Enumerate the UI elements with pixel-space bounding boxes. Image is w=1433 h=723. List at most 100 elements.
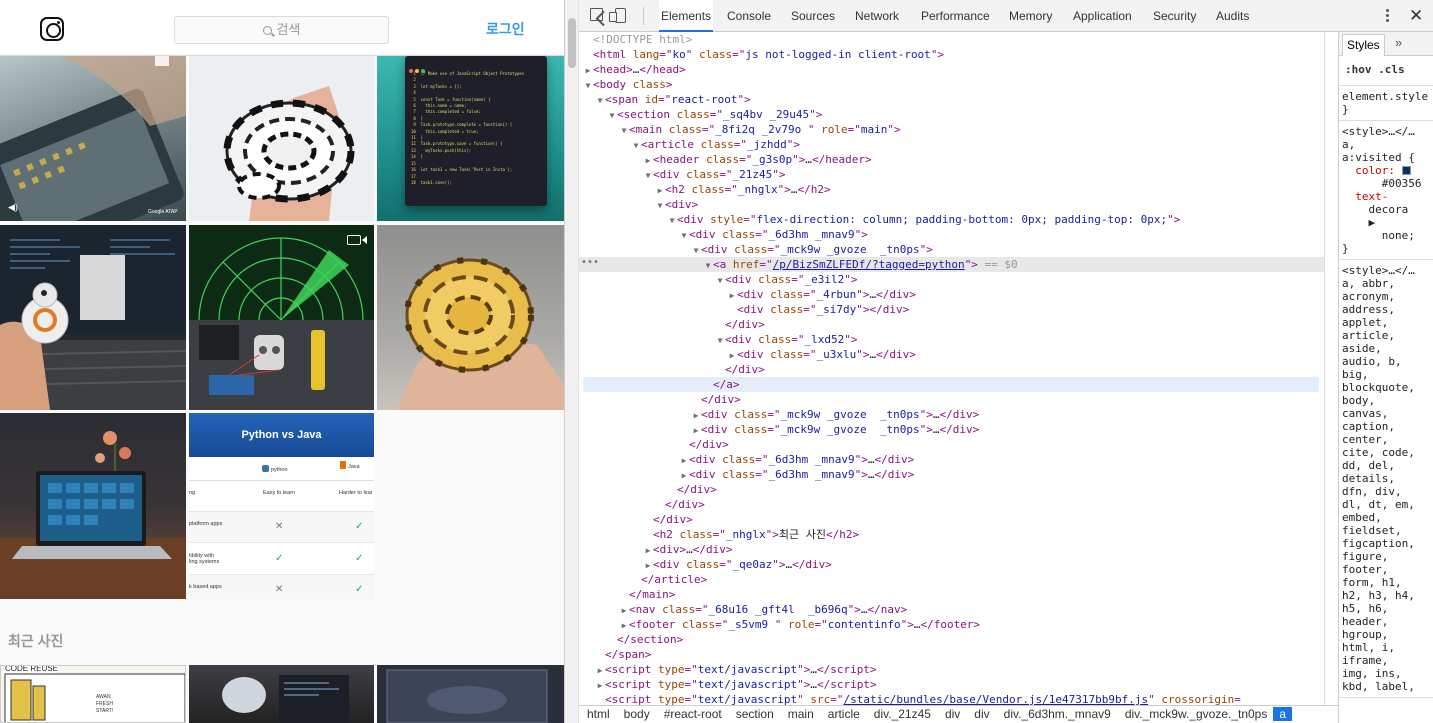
tab-console[interactable]: Console [727, 0, 771, 32]
expand-arrow-icon[interactable]: ▶ [619, 603, 629, 618]
tab-security[interactable]: Security [1153, 0, 1196, 32]
color-swatch-icon[interactable] [1401, 166, 1411, 175]
post-thumbnail-laptop[interactable] [0, 413, 186, 599]
collapse-arrow-icon[interactable]: ▼ [655, 198, 665, 213]
breadcrumb-item[interactable]: #react-root [664, 707, 722, 721]
dom-node-line[interactable]: </section> [607, 632, 683, 647]
tab-memory[interactable]: Memory [1009, 0, 1052, 32]
post-thumbnail-radar[interactable] [189, 225, 374, 410]
tab-audits[interactable]: Audits [1216, 0, 1249, 32]
collapse-arrow-icon[interactable]: ▼ [715, 273, 725, 288]
dom-node-line[interactable]: <script type="text/javascript" src="/sta… [595, 692, 1241, 705]
tab-elements[interactable]: Elements [659, 0, 714, 32]
breadcrumb-item[interactable]: body [624, 707, 650, 721]
dom-node-line[interactable]: </main> [619, 587, 675, 602]
dom-node-line[interactable]: </div> [691, 392, 741, 407]
collapse-arrow-icon[interactable]: ▼ [583, 78, 593, 93]
collapse-arrow-icon[interactable]: ▼ [679, 228, 689, 243]
dom-node-line[interactable]: ▼ <span id="react-root"> [595, 92, 751, 107]
expand-arrow-icon[interactable]: ▶ [595, 678, 605, 693]
tab-network[interactable]: Network [855, 0, 899, 32]
expand-arrow-icon[interactable]: ▶ [691, 423, 701, 438]
dom-node-line[interactable]: ▶ <script type="text/javascript">…</scrip… [595, 662, 877, 677]
collapse-arrow-icon[interactable]: ▼ [667, 213, 677, 228]
expand-arrow-icon[interactable]: ▶ [643, 558, 653, 573]
close-icon[interactable]: ✕ [1409, 7, 1423, 24]
page-scrollbar[interactable] [565, 0, 579, 723]
dom-node-line[interactable]: ▶ <head>…</head> [583, 62, 686, 77]
dom-node-line[interactable]: ▼ <body class> [583, 77, 673, 92]
expand-arrow-icon[interactable]: ▶ [643, 153, 653, 168]
dom-node-line[interactable]: </div> [715, 362, 765, 377]
breadcrumb-item[interactable]: html [587, 707, 610, 721]
dom-node-line[interactable]: ▼ <section class="_sq4bv _29u45"> [607, 107, 823, 123]
dom-node-line[interactable]: </article> [631, 572, 707, 587]
collapse-arrow-icon[interactable]: ▼ [619, 123, 629, 138]
dom-node-line[interactable]: </div> [679, 437, 729, 452]
post-thumbnail-comic[interactable]: AWAN FRESH START! CODE REUSE [0, 665, 186, 723]
post-thumbnail-chip[interactable]: ◀) Google ATAP [0, 56, 186, 221]
dom-node-line[interactable]: </div> [715, 317, 765, 332]
post-thumbnail-python-vs-java[interactable]: Python vs Java python Java ng Easy to lea… [189, 413, 374, 599]
dom-node-line[interactable]: ▼ <div style="flex-direction: column; pad… [667, 212, 1181, 228]
expand-arrow-icon[interactable]: ▶ [595, 663, 605, 678]
dom-node-line[interactable]: ▶ <h2 class="_nhglx">…</h2> [655, 182, 831, 197]
style-rule[interactable]: <style>…</… a, a:visited { color: #00356 t… [1339, 121, 1433, 260]
breadcrumb-item[interactable]: div._6d3hm._mnav9 [1004, 707, 1111, 721]
node-actions-icon[interactable]: ••• [581, 257, 599, 268]
post-thumbnail-bb8[interactable] [0, 225, 186, 410]
breadcrumb-item[interactable]: div._mck9w._gvoze._tn0ps [1125, 707, 1268, 721]
more-options-icon[interactable] [1386, 9, 1390, 25]
dom-node-line[interactable]: </div> [667, 482, 717, 497]
breadcrumb-item[interactable]: section [736, 707, 774, 721]
dom-node-line[interactable]: <!DOCTYPE html> [583, 32, 692, 47]
dom-node-line[interactable]: ▶ <script type="text/javascript">…</scrip… [595, 677, 877, 692]
dom-node-line[interactable]: ▶ <div class="_6d3hm _mnav9">…</div> [679, 467, 915, 483]
collapse-arrow-icon[interactable]: ▼ [691, 243, 701, 258]
dom-node-line[interactable]: ▼ <main class="_8fi2q _2v79o " role="main… [619, 122, 901, 137]
inspect-element-icon[interactable] [590, 8, 603, 21]
collapse-arrow-icon[interactable]: ▼ [595, 93, 605, 108]
breadcrumb-item[interactable]: article [828, 707, 860, 721]
dom-node-line[interactable]: <html lang="ko" class="js not-logged-in … [583, 47, 944, 62]
search-input[interactable]: 검색 [174, 16, 389, 44]
post-thumbnail-snake-yellow[interactable] [377, 225, 564, 410]
dom-node-line[interactable]: ▶ <div class="_qe0az">…</div> [643, 557, 832, 572]
dom-node-line[interactable]: ▼ <article class="_jzhdd"> [631, 137, 800, 152]
expand-arrow-icon[interactable]: ▶ [727, 348, 737, 363]
more-tabs-icon[interactable]: » [1395, 35, 1402, 50]
dom-node-line[interactable]: ▼ <div class="_6d3hm _mnav9"> [679, 227, 868, 242]
dom-node-line[interactable]: ▼ <div> [655, 197, 699, 213]
breadcrumb-item[interactable]: a [1273, 707, 1293, 721]
elements-dom-tree[interactable]: ••• <!DOCTYPE html> <html lang="ko" class=… [579, 32, 1324, 705]
dom-node-line[interactable]: ▶ <div class="_mck9w _gvoze _tn0ps">…</di… [691, 422, 980, 438]
dom-node-line[interactable]: ▼ <div class="_mck9w _gvoze _tn0ps"> [691, 242, 933, 257]
expand-arrow-icon[interactable]: ▶ [619, 618, 629, 633]
expand-arrow-icon[interactable]: ▶ [691, 408, 701, 423]
dom-node-line[interactable]: <h2 class="_nhglx">최근 사진</h2> [643, 527, 859, 542]
login-link[interactable]: 로그인 [486, 19, 525, 39]
dom-node-line[interactable]: <div class="_si7dy"></div> [727, 302, 909, 317]
dom-node-line[interactable]: ▶ <div class="_u3xlu">…</div> [727, 347, 916, 362]
breadcrumb-item[interactable]: div._21z45 [874, 707, 931, 721]
dom-node-line[interactable]: ▶ <div class="_4rbun">…</div> [727, 287, 916, 302]
tab-performance[interactable]: Performance [921, 0, 990, 32]
dom-node-line[interactable]: </a> [703, 377, 740, 392]
device-toolbar-icon[interactable] [609, 8, 626, 23]
style-rule[interactable]: <style>…</… a, abbr, acronym, address, apple… [1339, 260, 1433, 698]
dom-node-line[interactable]: ▶ <footer class="_s5vm9 " role="contentin… [619, 617, 980, 632]
dom-node-line[interactable]: ▶ <nav class="_68u16 _gft4l _b696q">…</na… [619, 602, 908, 618]
tab-styles[interactable]: Styles [1342, 34, 1385, 56]
expand-arrow-icon[interactable]: ▶ [679, 468, 689, 483]
elements-scrollbar[interactable] [1324, 32, 1338, 705]
expand-arrow-icon[interactable]: ▶ [679, 453, 689, 468]
dom-node-line[interactable]: ▶ <div>…</div> [643, 542, 733, 557]
post-thumbnail-monitor[interactable] [377, 665, 564, 723]
tab-sources[interactable]: Sources [791, 0, 835, 32]
dom-node-line[interactable]: ▶ <div class="_mck9w _gvoze _tn0ps">…</di… [691, 407, 980, 423]
collapse-arrow-icon[interactable]: ▼ [643, 168, 653, 183]
collapse-arrow-icon[interactable]: ▼ [607, 108, 617, 123]
hov-cls-toggles[interactable]: :hov .cls [1339, 56, 1433, 86]
post-thumbnail-code[interactable]: 1 // Make use of JavaScript Object Proto… [377, 56, 564, 221]
dom-node-line[interactable]: ▼ <div class="_lxd52"> [715, 332, 858, 347]
